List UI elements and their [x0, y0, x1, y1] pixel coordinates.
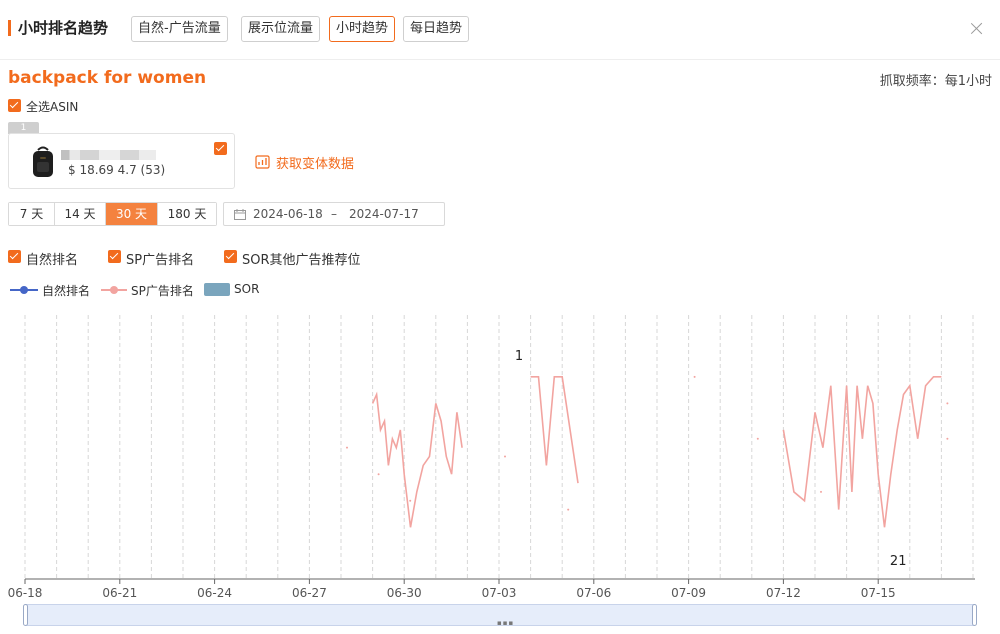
range-30-days[interactable]: 30 天 [106, 203, 158, 225]
x-tick-label: 07-09 [671, 586, 706, 600]
range-14-days[interactable]: 14 天 [55, 203, 106, 225]
sp-rank-point [409, 499, 412, 502]
slider-right-handle[interactable] [972, 604, 977, 626]
legend-sp-marker [101, 286, 127, 294]
asin-price-rating: $ 18.69 4.7 (53) [68, 163, 166, 177]
chart-grid [24, 315, 974, 579]
tab-placement-traffic[interactable]: 展示位流量 [241, 16, 321, 42]
select-all-label: 全选ASIN [26, 100, 79, 114]
sp-rank-label: SP广告排名 [126, 253, 195, 268]
rank-chart: 06-18 06-21 06-24 06-27 06-30 07-03 07-06 07-09… [8, 315, 975, 600]
backpack-image [33, 146, 53, 177]
x-tick-label: 07-06 [576, 586, 611, 600]
dialog-header: 小时排名趋势 自然-广告流量 展示位流量 小时趋势 每日趋势 [0, 0, 1000, 60]
legend-organic[interactable]: 自然排名 [42, 282, 90, 299]
crawl-frequency: 抓取频率：每1小时 [879, 74, 992, 89]
slider-left-handle[interactable] [23, 604, 28, 626]
slider-grip-icon[interactable]: ▪▪▪ [497, 619, 514, 627]
legend-organic-marker [10, 286, 38, 294]
sp-rank-line-segment [782, 376, 942, 528]
x-tick-label: 06-21 [102, 586, 137, 600]
asin-title-blurred [61, 150, 156, 160]
legend-sp[interactable]: SP广告排名 [131, 282, 194, 299]
calendar-icon [234, 209, 246, 220]
asin-checkbox[interactable] [214, 142, 227, 155]
sp-rank-point [504, 455, 506, 458]
organic-rank-checkbox[interactable] [8, 250, 21, 263]
sp-rank-line-segment [530, 376, 579, 484]
chart-annotations: 1 21 [515, 349, 907, 569]
select-all-checkbox[interactable] [8, 99, 21, 112]
x-tick-label: 06-30 [387, 586, 422, 600]
sp-rank-point [693, 375, 696, 378]
dialog-title: 小时排名趋势 [18, 19, 109, 37]
sp-rank-checkbox[interactable] [108, 250, 121, 263]
sp-rank-line-segment [371, 391, 463, 528]
get-variant-data-link[interactable]: 获取变体数据 [276, 153, 354, 172]
legend-sor[interactable]: SOR [234, 282, 259, 296]
tab-hourly-trend[interactable]: 小时趋势 [329, 16, 396, 42]
date-range-picker[interactable]: 2024-06-18 – 2024-07-17 [223, 202, 445, 226]
asin-card[interactable]: $ 18.69 4.7 (53) [8, 133, 235, 189]
sp-rank-point [756, 437, 759, 440]
x-tick-label: 07-15 [861, 586, 896, 600]
tab-daily-trend[interactable]: 每日趋势 [403, 16, 470, 42]
range-7-days[interactable]: 7 天 [9, 203, 55, 225]
rank-annotation: 21 [890, 554, 907, 569]
sor-label: SOR其他广告推荐位 [242, 253, 361, 268]
x-tick-label: 06-24 [197, 586, 232, 600]
keyword-title: backpack for women [8, 68, 207, 88]
sp-rank-point [377, 473, 380, 476]
rank-annotation: 1 [515, 349, 523, 364]
range-180-days[interactable]: 180 天 [158, 203, 216, 225]
sp-rank-point [567, 508, 570, 511]
x-tick-label: 06-27 [292, 586, 327, 600]
sp-rank-point [946, 437, 949, 440]
legend-sor-marker [204, 283, 230, 296]
date-separator: – [331, 207, 337, 221]
title-accent-bar [8, 20, 11, 36]
x-axis-ticks: 06-18 06-21 06-24 06-27 06-30 07-03 07-06 07-09… [8, 579, 896, 600]
x-tick-label: 06-18 [8, 586, 43, 600]
data-zoom-slider[interactable]: ▪▪▪ [23, 604, 977, 627]
tab-organic-ad-traffic[interactable]: 自然-广告流量 [131, 16, 228, 42]
close-icon[interactable] [968, 20, 986, 38]
sp-rank-point [820, 490, 822, 493]
chart-icon [255, 155, 270, 169]
date-end: 2024-07-17 [349, 207, 419, 221]
date-start: 2024-06-18 [253, 207, 323, 221]
date-range-group: 7 天 14 天 30 天 180 天 [8, 202, 217, 226]
organic-rank-label: 自然排名 [26, 253, 79, 268]
sp-rank-point [346, 446, 348, 449]
sp-rank-point [946, 402, 949, 405]
sor-checkbox[interactable] [224, 250, 237, 263]
x-tick-label: 07-12 [766, 586, 801, 600]
x-tick-label: 07-03 [482, 586, 517, 600]
